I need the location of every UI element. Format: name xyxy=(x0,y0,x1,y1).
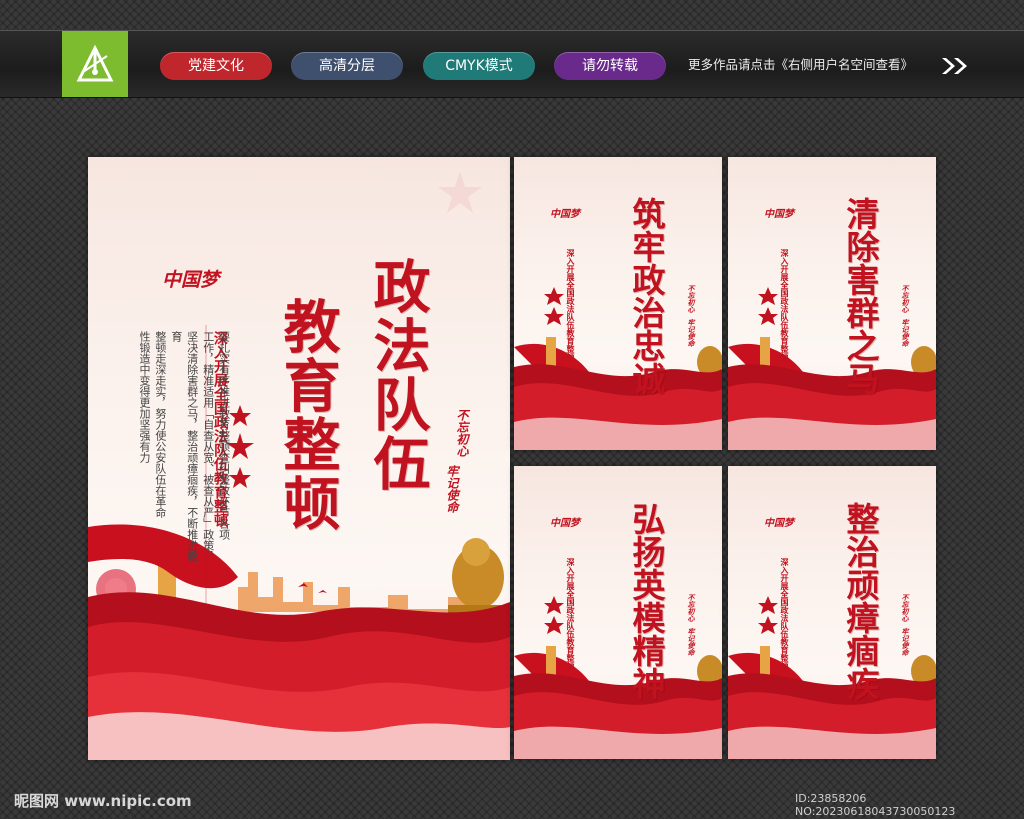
main-poster: 中国梦 政法队伍 教育整顿 深入开展全国政法队伍教育整顿 要扎实有序推进教育整顿… xyxy=(88,157,510,760)
slogan-keep-mission: 牢记使命 xyxy=(445,465,459,513)
tag-hd-layers[interactable]: 高清分层 xyxy=(291,52,403,80)
slogan-remember-original: 不忘初心 xyxy=(901,285,910,313)
main-title-col1: 政法队伍 xyxy=(364,257,431,493)
body-line: 性锻造中变得更加坚强有力 xyxy=(137,331,151,463)
small-poster-subtitle: 深入开展全国政法队伍教育整顿 xyxy=(566,558,576,670)
tag-party-culture[interactable]: 党建文化 xyxy=(160,52,272,80)
slogan-remember-original: 不忘初心 xyxy=(901,594,910,622)
small-poster-title: 清除害群之马 xyxy=(841,197,880,395)
body-line: 工作，精准适用「自查从宽、被查从严」政策， xyxy=(201,331,215,562)
pen-nib-icon xyxy=(76,44,114,82)
small-poster-4: 中国梦 整治顽瘴痼疾 深入开展全国政法队伍教育整顿 不忘初心 牢记使命 xyxy=(728,466,936,759)
small-poster-1: 中国梦 筑牢政治忠诚 深入开展全国政法队伍教育整顿 不忘初心 牢记使命 xyxy=(514,157,722,450)
site-watermark: 昵图网 www.nipic.com xyxy=(14,792,192,810)
body-line: 要扎实有序推进教育整顿查纠整改环节各项 xyxy=(217,331,231,540)
slogan-keep-mission: 牢记使命 xyxy=(901,628,910,656)
top-bar: 党建文化 高清分层 CMYK模式 请勿转载 更多作品请点击《右侧用户名空间查看》 xyxy=(0,30,1024,98)
slogan-remember-original: 不忘初心 xyxy=(687,285,696,313)
small-poster-title: 弘扬英模精神 xyxy=(627,502,666,700)
china-dream-logo: 中国梦 xyxy=(162,269,220,291)
slogan-remember-original: 不忘初心 xyxy=(687,594,696,622)
small-poster-subtitle: 深入开展全国政法队伍教育整顿 xyxy=(780,558,790,670)
main-body-text: 要扎实有序推进教育整顿查纠整改环节各项 工作，精准适用「自查从宽、被查从严」政策… xyxy=(136,331,232,571)
body-line: 坚决清除害群之马，整治顽瘴痼疾，不断推进教育 xyxy=(169,331,199,562)
china-dream-logo: 中国梦 xyxy=(550,209,580,220)
slogan-keep-mission: 牢记使命 xyxy=(687,628,696,656)
china-dream-logo: 中国梦 xyxy=(764,209,794,220)
small-poster-2: 中国梦 清除害群之马 深入开展全国政法队伍教育整顿 不忘初心 牢记使命 xyxy=(728,157,936,450)
slogan-keep-mission: 牢记使命 xyxy=(901,319,910,347)
slogan-keep-mission: 牢记使命 xyxy=(687,319,696,347)
small-poster-3: 中国梦 弘扬英模精神 深入开展全国政法队伍教育整顿 不忘初心 牢记使命 xyxy=(514,466,722,759)
slogan-remember-original: 不忘初心 xyxy=(455,409,469,457)
promo-text[interactable]: 更多作品请点击《右侧用户名空间查看》 xyxy=(688,53,913,77)
tag-cmyk-mode[interactable]: CMYK模式 xyxy=(423,52,535,80)
small-poster-subtitle: 深入开展全国政法队伍教育整顿 xyxy=(780,249,790,361)
double-chevron-right-icon[interactable] xyxy=(940,56,970,76)
small-poster-title: 筑牢政治忠诚 xyxy=(627,197,666,395)
image-id-line: ID:23858206 NO:20230618043730050123 xyxy=(795,792,956,818)
china-dream-logo: 中国梦 xyxy=(764,518,794,529)
china-dream-logo: 中国梦 xyxy=(550,518,580,529)
body-line: 整顿走深走实，努力使公安队伍在革命 xyxy=(153,331,167,518)
site-logo[interactable] xyxy=(62,31,128,97)
small-poster-title: 整治顽瘴痼疾 xyxy=(841,502,880,700)
main-title-col2: 教育整顿 xyxy=(274,297,341,533)
tag-no-repost[interactable]: 请勿转载 xyxy=(554,52,666,80)
small-poster-subtitle: 深入开展全国政法队伍教育整顿 xyxy=(566,249,576,361)
